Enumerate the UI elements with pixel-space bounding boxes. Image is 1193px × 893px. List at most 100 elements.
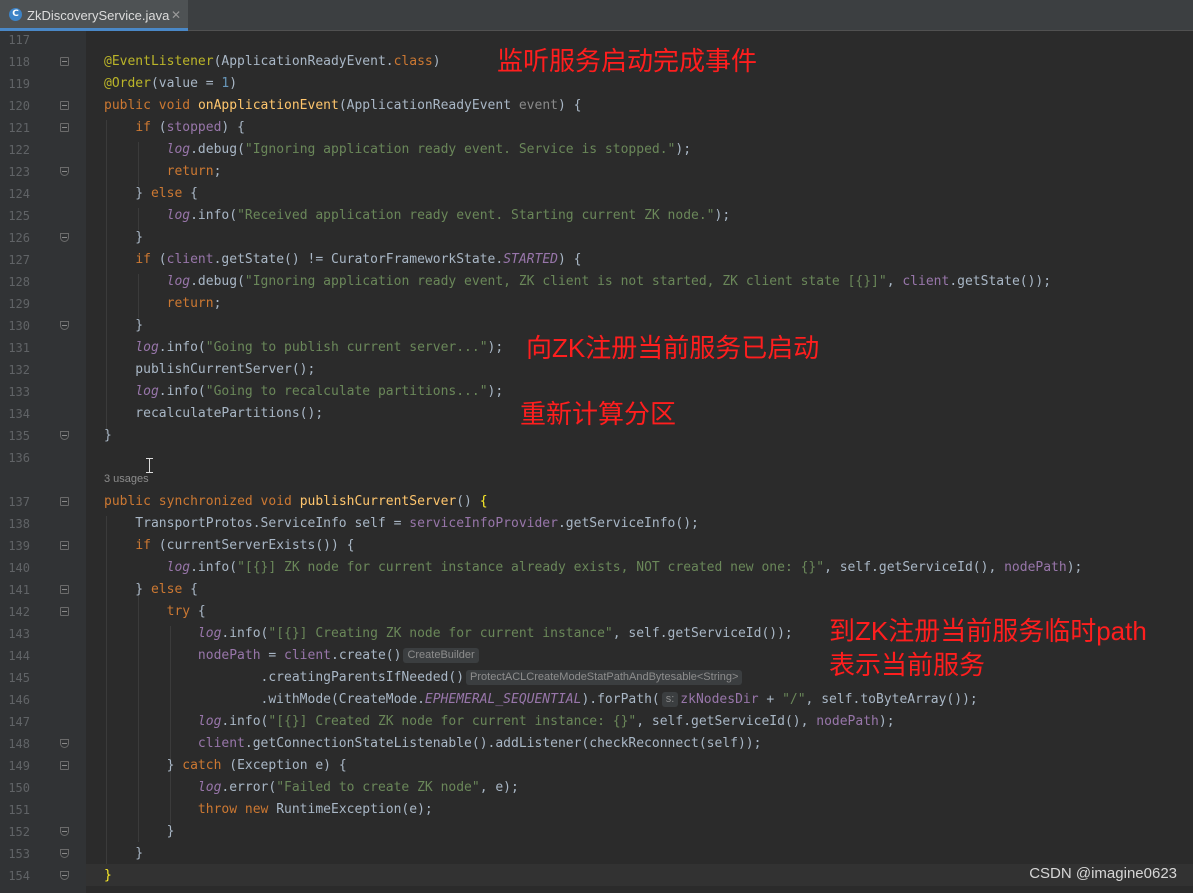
fold-icon[interactable] bbox=[60, 585, 69, 594]
line-number: 127 bbox=[8, 253, 30, 267]
line-number: 144 bbox=[8, 649, 30, 663]
line-number: 152 bbox=[8, 825, 30, 839]
fold-icon[interactable] bbox=[60, 497, 69, 506]
fold-icon[interactable] bbox=[60, 123, 69, 132]
text-cursor-icon bbox=[146, 458, 153, 473]
line-number: 124 bbox=[8, 187, 30, 201]
fold-icon[interactable] bbox=[60, 167, 69, 176]
code-line[interactable]: log.info("[{}] Created ZK node for curre… bbox=[104, 711, 895, 733]
line-number: 134 bbox=[8, 407, 30, 421]
code-line[interactable]: .creatingParentsIfNeeded() ProtectACLCrea… bbox=[104, 667, 744, 689]
code-line[interactable]: log.debug("Ignoring application ready ev… bbox=[104, 139, 691, 161]
line-number: 119 bbox=[8, 77, 30, 91]
fold-icon[interactable] bbox=[60, 827, 69, 836]
inlay-hint: ProtectACLCreateModeStatPathAndBytesable… bbox=[466, 670, 743, 685]
fold-icon[interactable] bbox=[60, 761, 69, 770]
code-line[interactable]: if (currentServerExists()) { bbox=[104, 535, 354, 557]
code-line[interactable]: log.info("Going to recalculate partition… bbox=[104, 381, 503, 403]
java-class-icon: C bbox=[9, 8, 22, 21]
line-number: 142 bbox=[8, 605, 30, 619]
code-line[interactable]: try { bbox=[104, 601, 206, 623]
code-line[interactable]: public void onApplicationEvent(Applicati… bbox=[104, 95, 581, 117]
code-line[interactable]: log.info("Going to publish current serve… bbox=[104, 337, 503, 359]
fold-icon[interactable] bbox=[60, 431, 69, 440]
fold-icon[interactable] bbox=[60, 541, 69, 550]
line-number: 126 bbox=[8, 231, 30, 245]
code-line[interactable]: return; bbox=[104, 161, 222, 183]
line-number: 121 bbox=[8, 121, 30, 135]
code-line[interactable]: throw new RuntimeException(e); bbox=[104, 799, 433, 821]
fold-icon[interactable] bbox=[60, 101, 69, 110]
line-number: 141 bbox=[8, 583, 30, 597]
code-line[interactable]: log.info("[{}] ZK node for current insta… bbox=[104, 557, 1083, 579]
close-icon[interactable]: ✕ bbox=[171, 8, 181, 22]
code-line[interactable]: public synchronized void publishCurrentS… bbox=[104, 491, 488, 513]
code-line[interactable]: } bbox=[104, 865, 112, 887]
code-line[interactable]: nodePath = client.create() CreateBuilder bbox=[104, 645, 481, 667]
line-number: 132 bbox=[8, 363, 30, 377]
line-number: 153 bbox=[8, 847, 30, 861]
code-line[interactable]: publishCurrentServer(); bbox=[104, 359, 315, 381]
line-number: 122 bbox=[8, 143, 30, 157]
fold-icon[interactable] bbox=[60, 607, 69, 616]
code-line[interactable]: if (stopped) { bbox=[104, 117, 245, 139]
annotation-recalculate: 重新计算分区 bbox=[520, 399, 677, 429]
line-number: 135 bbox=[8, 429, 30, 443]
annotation-current-service: 表示当前服务 bbox=[829, 650, 986, 680]
line-number: 128 bbox=[8, 275, 30, 289]
code-line[interactable]: } else { bbox=[104, 183, 198, 205]
fold-icon[interactable] bbox=[60, 233, 69, 242]
code-line[interactable]: if (client.getState() != CuratorFramewor… bbox=[104, 249, 581, 271]
code-line[interactable]: log.info("Received application ready eve… bbox=[104, 205, 731, 227]
line-number: 118 bbox=[8, 55, 30, 69]
code-line[interactable]: client.getConnectionStateListenable().ad… bbox=[104, 733, 762, 755]
code-line[interactable]: recalculatePartitions(); bbox=[104, 403, 323, 425]
line-number: 123 bbox=[8, 165, 30, 179]
code-line[interactable]: log.info("[{}] Creating ZK node for curr… bbox=[104, 623, 793, 645]
code-line[interactable]: } bbox=[104, 315, 143, 337]
code-line[interactable]: } catch (Exception e) { bbox=[104, 755, 347, 777]
inlay-hint: CreateBuilder bbox=[403, 648, 479, 663]
line-number: 149 bbox=[8, 759, 30, 773]
code-line[interactable]: return; bbox=[104, 293, 222, 315]
current-line-highlight bbox=[86, 864, 1193, 886]
line-number: 154 bbox=[8, 869, 30, 883]
line-number-gutter: 117 118 119 120 121 122 123 124 125 126 127 128 129 1… bbox=[0, 31, 86, 893]
usages-hint[interactable]: 3 usages bbox=[104, 471, 149, 487]
line-number: 143 bbox=[8, 627, 30, 641]
line-number: 145 bbox=[8, 671, 30, 685]
code-line[interactable]: @Order(value = 1) bbox=[104, 73, 237, 95]
annotation-ephemeral-path: 到ZK注册当前服务临时path bbox=[829, 616, 1147, 646]
line-number: 117 bbox=[8, 33, 30, 47]
line-number: 150 bbox=[8, 781, 30, 795]
fold-icon[interactable] bbox=[60, 739, 69, 748]
line-number: 147 bbox=[8, 715, 30, 729]
line-number: 129 bbox=[8, 297, 30, 311]
tab-zkdiscoveryservice[interactable]: C ZkDiscoveryService.java ✕ bbox=[0, 0, 188, 31]
code-line[interactable]: } else { bbox=[104, 579, 198, 601]
annotation-listen-ready: 监听服务启动完成事件 bbox=[497, 46, 758, 76]
inlay-hint: s: bbox=[661, 692, 679, 707]
code-line[interactable]: } bbox=[104, 227, 143, 249]
code-line[interactable]: log.debug("Ignoring application ready ev… bbox=[104, 271, 1051, 293]
line-number: 120 bbox=[8, 99, 30, 113]
fold-icon[interactable] bbox=[60, 849, 69, 858]
line-number: 146 bbox=[8, 693, 30, 707]
code-line[interactable]: } bbox=[104, 425, 112, 447]
code-line[interactable]: log.error("Failed to create ZK node", e)… bbox=[104, 777, 519, 799]
line-number: 125 bbox=[8, 209, 30, 223]
fold-icon[interactable] bbox=[60, 57, 69, 66]
code-line[interactable]: } bbox=[104, 821, 175, 843]
line-number: 139 bbox=[8, 539, 30, 553]
watermark: CSDN @imagine0623 bbox=[1029, 865, 1177, 882]
annotation-register-started: 向ZK注册当前服务已启动 bbox=[526, 333, 820, 363]
line-number: 151 bbox=[8, 803, 30, 817]
code-line[interactable]: TransportProtos.ServiceInfo self = servi… bbox=[104, 513, 699, 535]
fold-icon[interactable] bbox=[60, 871, 69, 880]
line-number: 138 bbox=[8, 517, 30, 531]
fold-icon[interactable] bbox=[60, 321, 69, 330]
line-number: 148 bbox=[8, 737, 30, 751]
code-line[interactable]: @EventListener(ApplicationReadyEvent.cla… bbox=[104, 51, 441, 73]
code-line[interactable]: } bbox=[104, 843, 143, 865]
code-line[interactable]: .withMode(CreateMode.EPHEMERAL_SEQUENTIA… bbox=[104, 689, 978, 711]
